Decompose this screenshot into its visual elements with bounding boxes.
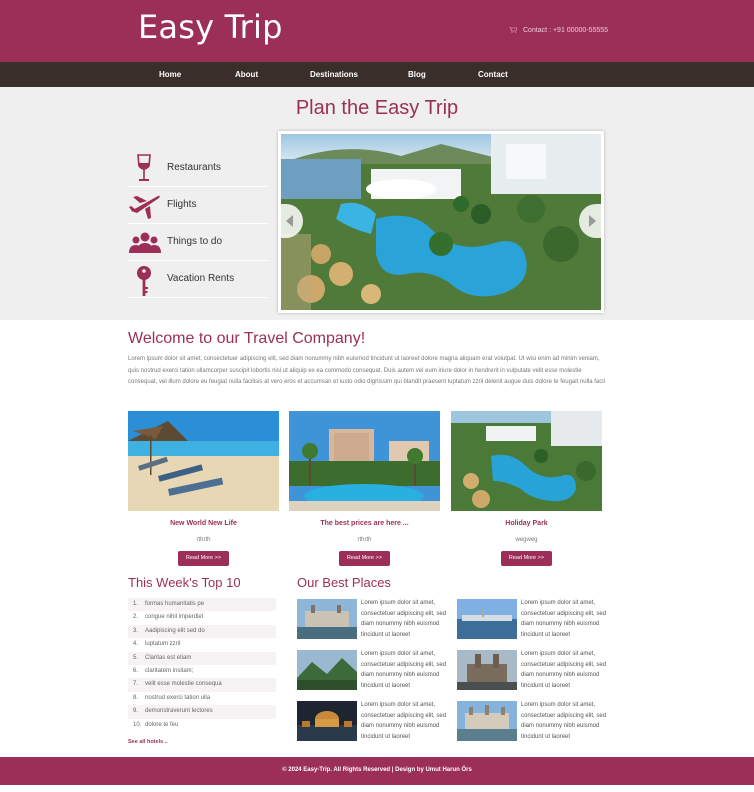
place-image: [457, 599, 517, 639]
category-label: Flights: [167, 199, 197, 210]
feature-card: The best prices are here ... rthrth Read…: [289, 411, 440, 566]
category-flights[interactable]: Flights: [128, 187, 268, 224]
feature-card: New World New Life rthrth Read More >>: [128, 411, 279, 566]
place-item[interactable]: Lorem ipsum dolor sit amet, consectetuer…: [457, 650, 607, 692]
welcome-title: Welcome to our Travel Company!: [128, 330, 366, 347]
place-text: Lorem ipsum dolor sit amet, consectetuer…: [521, 600, 607, 638]
list-item[interactable]: 10. dolore te feu: [128, 719, 276, 732]
card-title[interactable]: Holiday Park: [451, 520, 602, 527]
list-item[interactable]: 3. Aadipiscing elit sed do: [128, 624, 276, 639]
category-restaurants[interactable]: Restaurants: [128, 150, 268, 187]
place-item[interactable]: Lorem ipsum dolor sit amet, consectetuer…: [297, 650, 447, 692]
place-text: Lorem ipsum dolor sit amet, consectetuer…: [361, 600, 447, 638]
hero-title: Plan the Easy Trip: [295, 97, 459, 119]
top10-title: This Week's Top 10: [128, 575, 241, 590]
card-title[interactable]: New World New Life: [128, 520, 279, 527]
read-more-button[interactable]: Read More >>: [178, 551, 229, 566]
place-text: Lorem ipsum dolor sit amet, consectetuer…: [361, 651, 447, 689]
place-item[interactable]: Lorem ipsum dolor sit amet, consectetuer…: [297, 599, 447, 641]
beach-image: [128, 411, 279, 511]
place-text: Lorem ipsum dolor sit amet, consectetuer…: [521, 651, 607, 689]
place-image: [457, 650, 517, 690]
read-more-button[interactable]: Read More >>: [339, 551, 390, 566]
cart-icon: [509, 27, 517, 33]
chevron-left-icon: [286, 215, 293, 227]
footer-copyright: © 2024 Easy-Trip. All Rights Reserved | …: [282, 767, 472, 773]
site-header: Easy Trip Contact : +91 00000-55555: [0, 0, 754, 62]
read-more-button[interactable]: Read More >>: [501, 551, 552, 566]
site-logo[interactable]: Easy Trip: [138, 8, 283, 46]
nav-blog[interactable]: Blog: [408, 70, 426, 79]
hero-section: Plan the Easy Trip Restaurants Flights T…: [0, 87, 754, 320]
top10-list: 1. formas humanitatis pe 2. congue nihil i…: [128, 598, 276, 732]
card-title[interactable]: The best prices are here ...: [289, 520, 440, 527]
place-text: Lorem ipsum dolor sit amet, consectetuer…: [521, 702, 607, 740]
wine-glass-icon: [137, 154, 151, 181]
best-places-title: Our Best Places: [297, 575, 391, 590]
place-text: Lorem ipsum dolor sit amet, consectetuer…: [361, 702, 447, 740]
card-subtitle: wegweg: [515, 537, 538, 543]
category-vacation-rents[interactable]: Vacation Rents: [128, 261, 268, 298]
nav-contact[interactable]: Contact: [478, 70, 508, 79]
category-label: Things to do: [167, 236, 223, 247]
place-image: [297, 599, 357, 639]
list-item[interactable]: 4. luptatum zzril: [128, 638, 276, 651]
list-item[interactable]: 6. claritatem insitam;: [128, 665, 276, 678]
list-item[interactable]: 1. formas humanitatis pe: [128, 598, 276, 612]
category-things-to-do[interactable]: Things to do: [128, 224, 268, 261]
welcome-text: Lorem ipsum dolor sit amet, consectetuer…: [128, 356, 605, 385]
list-item[interactable]: 5. Claritas est etiam: [128, 651, 276, 665]
key-icon: [137, 266, 151, 296]
site-footer: © 2024 Easy-Trip. All Rights Reserved | …: [0, 757, 754, 785]
main-nav: Home About Destinations Blog Contact: [0, 62, 754, 87]
list-item[interactable]: 7. velit esse molestie consequa: [128, 678, 276, 692]
place-image: [297, 650, 357, 690]
place-image: [297, 701, 357, 741]
category-label: Vacation Rents: [167, 273, 235, 284]
category-label: Restaurants: [167, 162, 221, 173]
airplane-icon: [129, 195, 160, 219]
place-item[interactable]: Lorem ipsum dolor sit amet, consectetuer…: [457, 599, 607, 641]
contact-info: Contact : +91 00000-55555: [509, 27, 608, 34]
card-subtitle: rthrth: [196, 537, 211, 543]
list-item[interactable]: 9. demonstraverunt lectores: [128, 705, 276, 719]
resort-image: [451, 411, 602, 511]
nav-destinations[interactable]: Destinations: [310, 70, 358, 79]
place-item[interactable]: Lorem ipsum dolor sit amet, consectetuer…: [457, 701, 607, 743]
hero-slider[interactable]: [278, 131, 604, 313]
see-all-hotels-link[interactable]: See all hotels ..: [128, 739, 168, 745]
nav-about[interactable]: About: [235, 70, 258, 79]
card-subtitle: rthrth: [357, 537, 372, 543]
list-item[interactable]: 8. nostrud exerci tation ulla: [128, 692, 276, 705]
chevron-right-icon: [589, 215, 596, 227]
people-icon: [129, 232, 161, 253]
place-image: [457, 701, 517, 741]
list-item[interactable]: 2. congue nihil imperdiet: [128, 611, 276, 624]
contact-text: Contact : +91 00000-55555: [523, 27, 609, 34]
nav-home[interactable]: Home: [159, 70, 181, 79]
feature-card: Holiday Park wegweg Read More >>: [451, 411, 602, 566]
slider-image: [281, 134, 601, 310]
place-item[interactable]: Lorem ipsum dolor sit amet, consectetuer…: [297, 701, 447, 743]
hotel-image: [289, 411, 440, 511]
